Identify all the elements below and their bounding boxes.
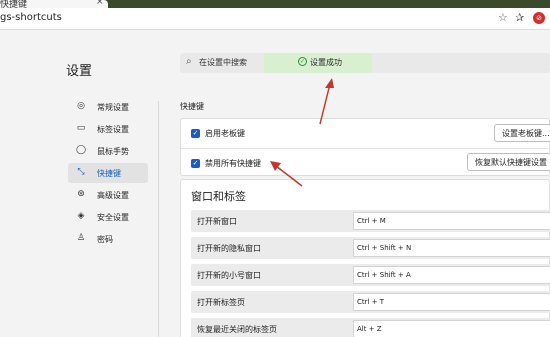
restore-defaults-button[interactable]: 恢复默认快捷键设置 [467,153,550,171]
sidebar-item-label: 高级设置 [97,191,129,200]
sidebar-item-label: 鼠标手势 [97,147,129,156]
shortcut-name: 打开新标签页 [197,298,245,307]
search-icon: ⌕ [186,56,192,67]
sidebar-item-security[interactable]: ◈ 安全设置 [68,207,148,227]
section-title: 快捷键 [180,102,204,111]
window-tabs-card: 窗口和标签 打开新窗口 Ctrl + M 打开新的隐私窗口 Ctrl + Shi… [180,179,550,337]
shortcut-key-field[interactable]: Ctrl + T [353,293,550,311]
mouse-icon: ◯ [75,145,87,155]
sidebar-item-label: 快捷键 [97,169,121,178]
boss-key-label: 启用老板键 [205,129,245,138]
option-row-boss-key: ✓ 启用老板键 设置老板键... [181,119,550,148]
sidebar-divider [158,101,159,337]
set-boss-key-button[interactable]: 设置老板键... [494,124,550,142]
shortcut-name: 打开新的隐私窗口 [197,244,261,253]
sidebar-item-tabs[interactable]: ▭ 标签设置 [68,119,148,139]
window-tabs-title: 窗口和标签 [191,190,246,203]
browser-tab[interactable]: 快捷键 × [0,0,108,10]
sidebar-item-label: 安全设置 [97,213,129,222]
shortcut-icon: ⤡ [77,167,85,177]
boss-key-checkbox[interactable]: ✓ [191,129,200,138]
check-icon: ✓ [298,57,307,66]
sidebar-item-password[interactable]: ♙ 密码 [68,229,148,249]
settings-page: 设置 ⌕ 在设置中搜索 ✓ 设置成功 ◎ 常规设置 ▭ 标签设置 ◯ 鼠标手势 … [0,31,550,337]
extension-icon[interactable]: ⊘ [533,12,545,24]
security-icon: ◈ [77,211,85,221]
address-url[interactable]: gs-shortcuts [0,12,62,23]
shortcut-row: 打开新的隐私窗口 Ctrl + Shift + N [191,237,550,259]
password-icon: ♙ [76,233,86,243]
sidebar-item-label: 密码 [97,235,113,244]
address-bar[interactable]: gs-shortcuts ☆ ✰ ⊘ [0,8,550,30]
shortcut-row: 恢复最近关闭的标签页 Alt + Z [191,318,550,337]
sidebar-item-general[interactable]: ◎ 常规设置 [68,97,148,117]
shortcut-options-card: ✓ 启用老板键 设置老板键... ✓ 禁用所有快捷键 恢复默认快捷键设置 [180,118,550,176]
browser-tab-strip: 快捷键 × [0,0,550,10]
sidebar-item-label: 常规设置 [97,103,129,112]
disable-all-checkbox[interactable]: ✓ [191,159,200,168]
star-icon[interactable]: ☆ [498,11,508,24]
shortcut-key-field[interactable]: Ctrl + Shift + A [353,266,550,284]
advanced-icon: ⊛ [77,189,85,199]
sidebar-item-label: 标签设置 [97,125,129,134]
option-row-disable-all: ✓ 禁用所有快捷键 恢复默认快捷键设置 [181,148,550,177]
sidebar-item-mouse[interactable]: ◯ 鼠标手势 [68,141,148,161]
tab-close-icon[interactable]: × [96,0,104,7]
shortcut-row: 打开新标签页 Ctrl + T [191,291,550,313]
toast-message: 设置成功 [310,58,342,67]
disable-all-label: 禁用所有快捷键 [205,159,261,168]
shortcut-name: 恢复最近关闭的标签页 [197,325,277,334]
search-input[interactable]: 在设置中搜索 [199,57,247,68]
sidebar-item-shortcuts[interactable]: ⤡ 快捷键 [68,163,148,183]
page-title: 设置 [66,64,93,79]
general-icon: ◎ [77,101,85,111]
shortcut-key-field[interactable]: Alt + Z [353,320,550,337]
shortcut-row: 打开新的小号窗口 Ctrl + Shift + A [191,264,550,286]
shortcut-name: 打开新的小号窗口 [197,271,261,280]
shortcut-key-field[interactable]: Ctrl + Shift + N [353,239,550,257]
shortcut-row: 打开新窗口 Ctrl + M [191,210,550,232]
shortcut-name: 打开新窗口 [197,217,237,226]
success-toast: ✓ 设置成功 [264,53,372,73]
tab-icon: ▭ [76,123,86,133]
sidebar-item-advanced[interactable]: ⊛ 高级设置 [68,185,148,205]
favorites-icon[interactable]: ✰ [515,11,524,24]
shortcut-key-field[interactable]: Ctrl + M [353,212,550,230]
